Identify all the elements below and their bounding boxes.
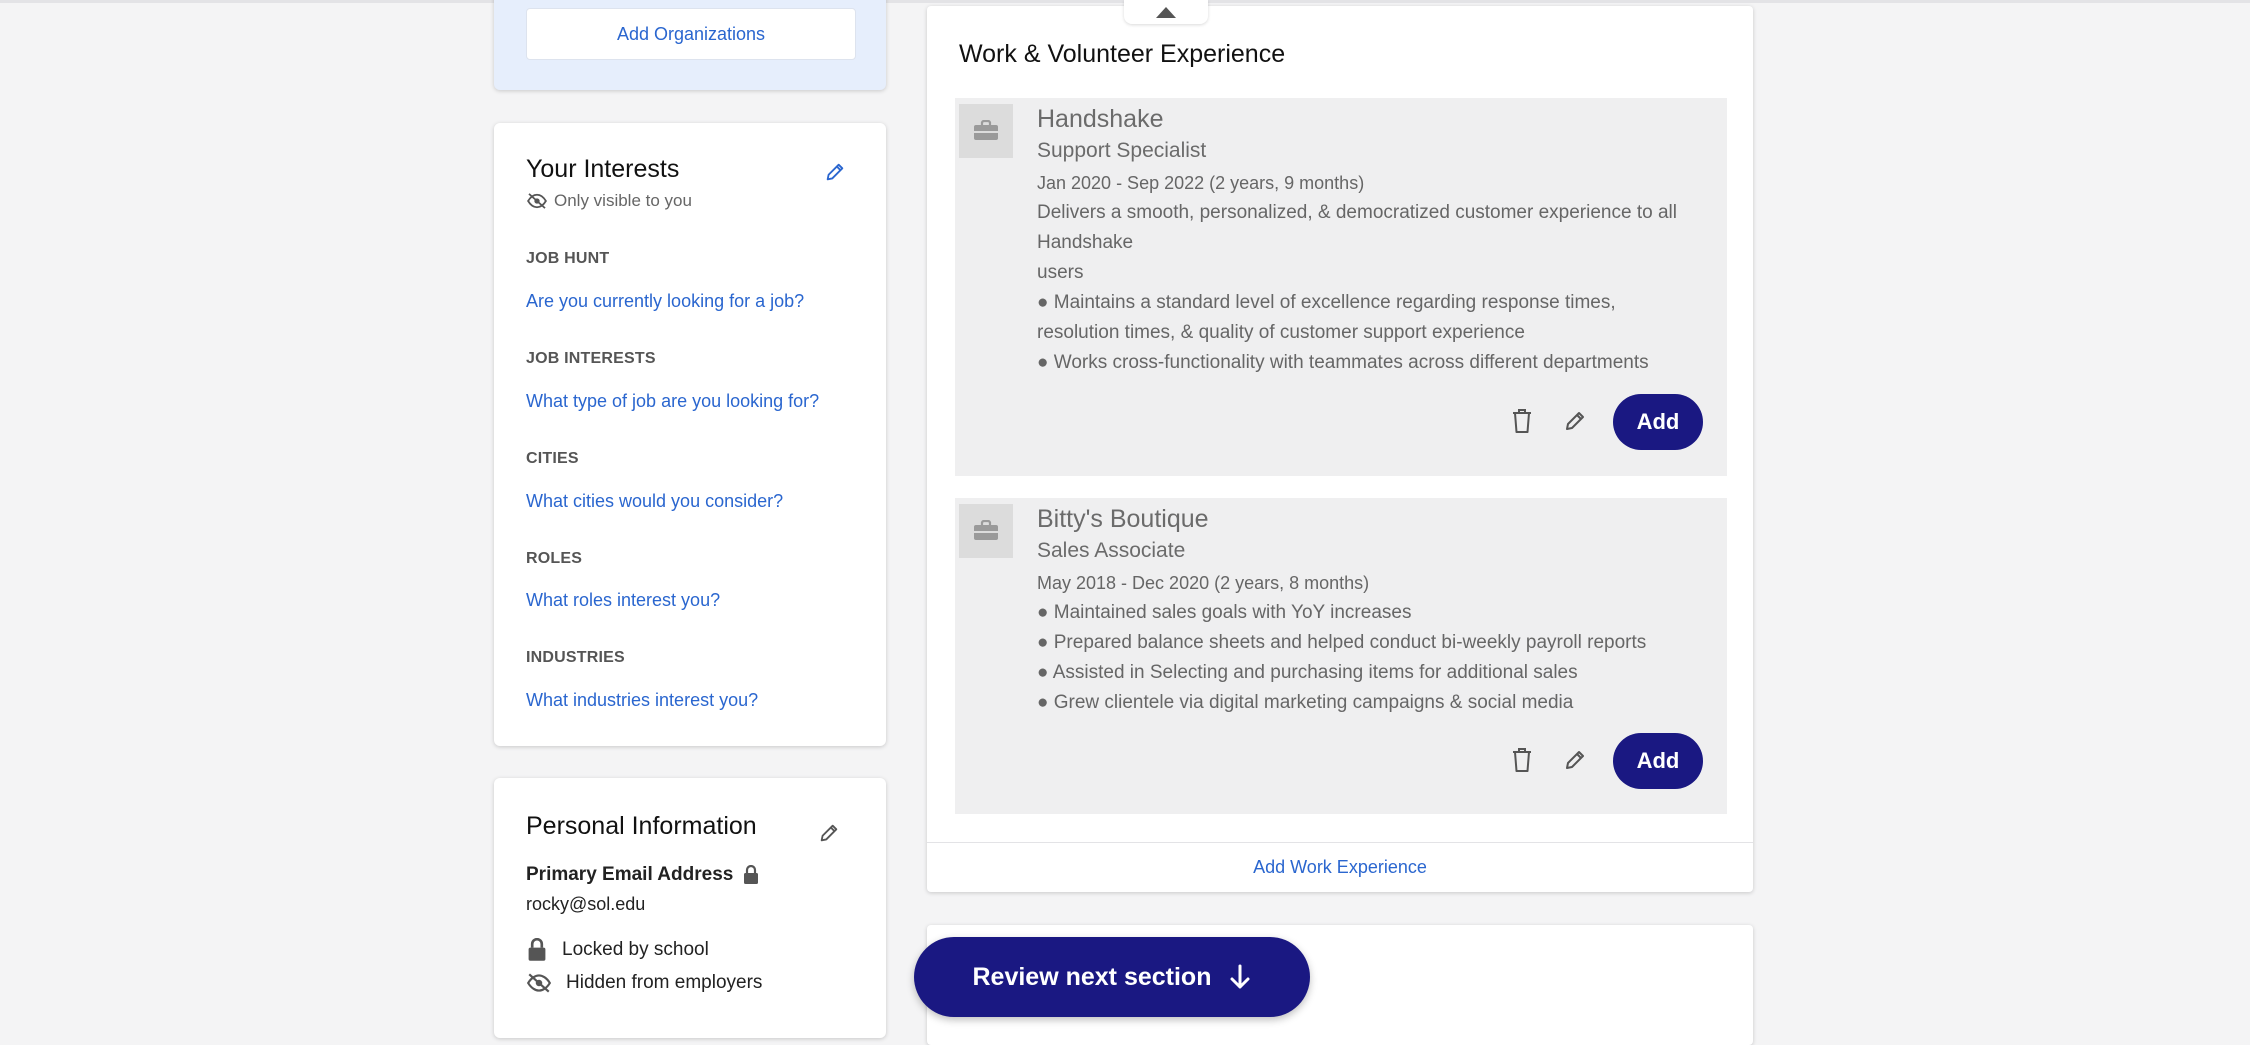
interests-title: Your Interests — [526, 155, 680, 183]
experience-description-line: ● Works cross-functionality with teammat… — [1037, 352, 1649, 373]
section-label-job-interests: JOB INTERESTS — [526, 350, 656, 367]
experience-description-line: ● Prepared balance sheets and helped con… — [1037, 632, 1647, 653]
experience-role: Support Specialist — [1037, 139, 1207, 162]
link-roles[interactable]: What roles interest you? — [526, 590, 720, 611]
eye-slash-icon — [526, 973, 552, 993]
visibility-note-text: Only visible to you — [554, 191, 692, 210]
trash-icon[interactable] — [1511, 747, 1533, 773]
edit-experience-icon[interactable] — [1563, 409, 1587, 433]
section-label-cities: CITIES — [526, 450, 579, 467]
section-label-industries: INDUSTRIES — [526, 649, 625, 666]
hidden-from-employers-text: Hidden from employers — [566, 972, 763, 993]
experience-description-line: ● Maintained sales goals with YoY increa… — [1037, 602, 1412, 623]
experience-dates: May 2018 - Dec 2020 (2 years, 8 months) — [1037, 573, 1370, 593]
link-job-interests[interactable]: What type of job are you looking for? — [526, 391, 819, 412]
review-next-section-label: Review next section — [972, 962, 1212, 991]
experience-item: Handshake Support Specialist Jan 2020 - … — [955, 98, 1727, 476]
add-button[interactable]: Add — [1613, 394, 1703, 450]
eye-slash-icon — [527, 193, 547, 209]
work-experience-card: Work & Volunteer Experience Handshake Su… — [927, 6, 1753, 892]
edit-experience-icon[interactable] — [1563, 748, 1587, 772]
experience-description-line: Delivers a smooth, personalized, & democ… — [1037, 202, 1677, 223]
work-experience-title: Work & Volunteer Experience — [959, 40, 1286, 68]
link-job-hunt[interactable]: Are you currently looking for a job? — [526, 291, 804, 312]
primary-email-label: Primary Email Address — [526, 864, 759, 886]
experience-dates: Jan 2020 - Sep 2022 (2 years, 9 months) — [1037, 173, 1365, 193]
experience-description-line: ● Assisted in Selecting and purchasing i… — [1037, 662, 1578, 683]
experience-description-line: ● Grew clientele via digital marketing c… — [1037, 692, 1574, 713]
link-cities[interactable]: What cities would you consider? — [526, 491, 783, 512]
experience-company: Bitty's Boutique — [1037, 505, 1209, 533]
experience-description-line: Handshake — [1037, 232, 1134, 253]
add-button[interactable]: Add — [1613, 733, 1703, 789]
personal-info-card: Personal Information Primary Email Addre… — [494, 778, 886, 1038]
experience-description-line: users — [1037, 262, 1084, 283]
caret-up-icon — [1156, 7, 1176, 18]
briefcase-icon — [959, 504, 1013, 558]
personal-info-title: Personal Information — [526, 812, 757, 840]
add-organizations-button[interactable]: Add Organizations — [526, 8, 856, 60]
link-industries[interactable]: What industries interest you? — [526, 690, 758, 711]
primary-email-value: rocky@sol.edu — [526, 894, 646, 914]
review-next-section-button[interactable]: Review next section — [914, 937, 1310, 1017]
trash-icon[interactable] — [1511, 408, 1533, 434]
scroll-up-tab[interactable] — [1124, 0, 1208, 24]
add-work-experience-link[interactable]: Add Work Experience — [927, 842, 1753, 892]
hidden-from-employers-row: Hidden from employers — [526, 972, 762, 994]
edit-personal-info-icon[interactable] — [818, 822, 840, 844]
interests-card: Your Interests Only visible to you JOB H… — [494, 123, 886, 746]
lock-icon — [744, 865, 759, 884]
experience-description-line: ● Maintains a standard level of excellen… — [1037, 292, 1616, 313]
locked-by-school-text: Locked by school — [562, 939, 709, 960]
section-label-roles: ROLES — [526, 550, 583, 567]
arrow-down-icon — [1230, 964, 1250, 989]
experience-role: Sales Associate — [1037, 539, 1186, 562]
briefcase-icon — [959, 104, 1013, 158]
edit-interests-icon[interactable] — [824, 161, 846, 183]
experience-details: Bitty's Boutique Sales Associate May 201… — [1037, 502, 1717, 718]
experience-item: Bitty's Boutique Sales Associate May 201… — [955, 498, 1727, 814]
experience-company: Handshake — [1037, 105, 1164, 133]
visibility-note: Only visible to you — [526, 191, 692, 211]
locked-by-school-row: Locked by school — [526, 938, 709, 962]
organizations-card: Add Organizations — [494, 0, 886, 90]
experience-description-line: resolution times, & quality of customer … — [1037, 322, 1525, 343]
section-label-job-hunt: JOB HUNT — [526, 250, 610, 267]
primary-email-label-text: Primary Email Address — [526, 864, 734, 885]
lock-icon — [528, 938, 546, 961]
experience-details: Handshake Support Specialist Jan 2020 - … — [1037, 102, 1717, 378]
